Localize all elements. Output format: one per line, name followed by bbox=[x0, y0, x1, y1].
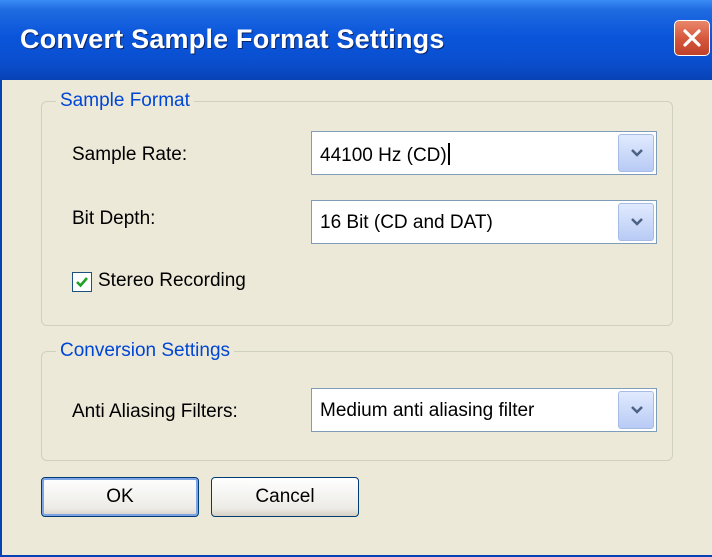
text-caret bbox=[447, 143, 450, 165]
sample-rate-dropdown-button[interactable] bbox=[618, 134, 654, 172]
checkmark-icon bbox=[76, 277, 88, 288]
stereo-label[interactable]: Stereo Recording bbox=[98, 270, 246, 292]
anti-aliasing-dropdown-button[interactable] bbox=[618, 391, 654, 429]
sample-format-legend: Sample Format bbox=[60, 90, 190, 111]
cancel-button[interactable]: Cancel bbox=[211, 477, 359, 517]
close-icon bbox=[683, 29, 701, 47]
dialog-body: Sample Format Sample Rate: 44100 Hz (CD)… bbox=[0, 80, 712, 557]
sample-rate-select[interactable]: 44100 Hz (CD) bbox=[311, 131, 657, 175]
bit-depth-dropdown-button[interactable] bbox=[618, 203, 654, 241]
bit-depth-value: 16 Bit (CD and DAT) bbox=[320, 212, 493, 233]
conversion-settings-legend: Conversion Settings bbox=[60, 340, 231, 361]
close-button[interactable] bbox=[674, 20, 710, 56]
chevron-down-icon bbox=[631, 218, 643, 226]
anti-aliasing-select[interactable]: Medium anti aliasing filter bbox=[311, 388, 657, 432]
chevron-down-icon bbox=[631, 149, 643, 157]
sample-rate-value: 44100 Hz (CD) bbox=[320, 145, 447, 166]
title-bar[interactable]: Convert Sample Format Settings bbox=[0, 0, 712, 80]
bit-depth-label: Bit Depth: bbox=[72, 208, 156, 229]
window-title: Convert Sample Format Settings bbox=[20, 24, 445, 54]
anti-aliasing-value: Medium anti aliasing filter bbox=[320, 400, 535, 421]
bit-depth-select[interactable]: 16 Bit (CD and DAT) bbox=[311, 200, 657, 244]
anti-aliasing-label: Anti Aliasing Filters: bbox=[72, 401, 238, 422]
sample-rate-label: Sample Rate: bbox=[72, 144, 188, 165]
stereo-checkbox[interactable] bbox=[72, 272, 92, 292]
ok-button[interactable]: OK bbox=[41, 477, 199, 517]
chevron-down-icon bbox=[631, 406, 643, 414]
